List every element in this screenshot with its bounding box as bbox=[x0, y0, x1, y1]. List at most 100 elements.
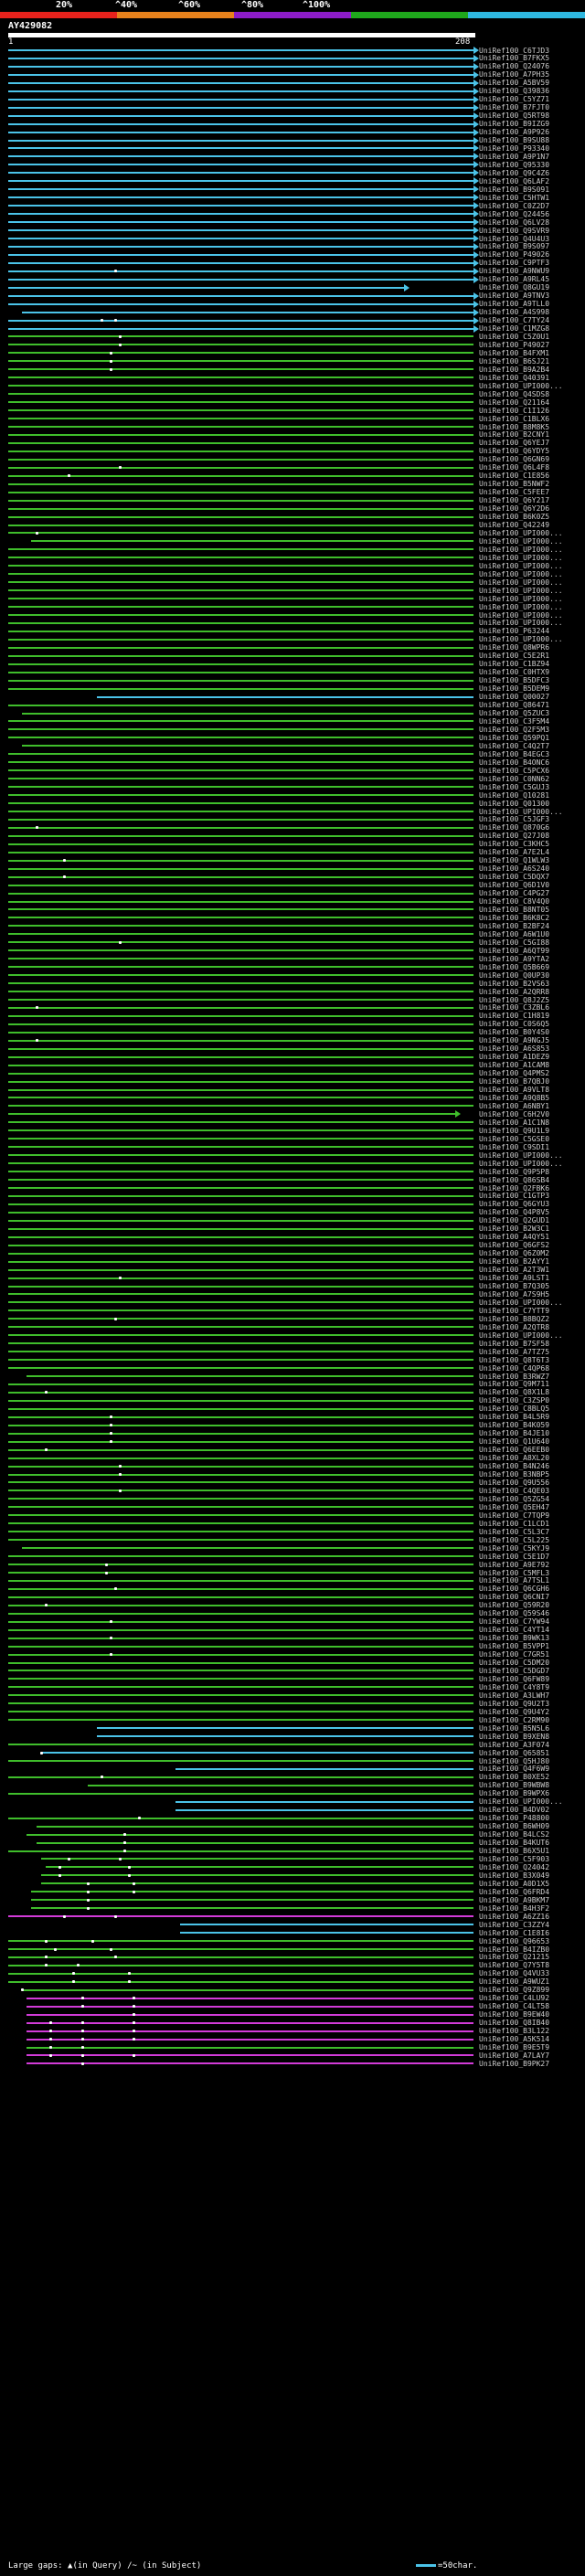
alignment-bar[interactable] bbox=[8, 1326, 473, 1329]
hit-label[interactable]: UniRef100_Q6D1V0 bbox=[479, 881, 549, 889]
hit-label[interactable]: UniRef100_Q6GYU3 bbox=[479, 1200, 549, 1208]
alignment-bar[interactable] bbox=[8, 73, 473, 76]
hit-label[interactable]: UniRef100_C7TQP9 bbox=[479, 1511, 549, 1520]
alignment-bar[interactable] bbox=[27, 2021, 473, 2024]
alignment-bar[interactable] bbox=[8, 761, 473, 764]
hit-label[interactable]: UniRef100_UPI000... bbox=[479, 1331, 563, 1340]
alignment-bar[interactable] bbox=[8, 704, 473, 706]
alignment-bar[interactable] bbox=[8, 737, 473, 739]
hit-label[interactable]: UniRef100_C0Z2D7 bbox=[479, 202, 549, 210]
hit-label[interactable]: UniRef100_Q21215 bbox=[479, 1953, 549, 1961]
alignment-bar[interactable] bbox=[8, 81, 473, 84]
hit-label[interactable]: UniRef100_B7QBJ0 bbox=[479, 1077, 549, 1086]
alignment-bar[interactable] bbox=[96, 1727, 473, 1730]
alignment-bar[interactable] bbox=[8, 548, 473, 551]
alignment-bar[interactable] bbox=[8, 524, 473, 526]
hit-label[interactable]: UniRef100_Q9U2T3 bbox=[479, 1700, 549, 1708]
hit-label[interactable]: UniRef100_Q4VU33 bbox=[479, 1969, 549, 1977]
alignment-bar[interactable] bbox=[8, 188, 473, 191]
alignment-bar[interactable] bbox=[40, 1752, 473, 1754]
hit-label[interactable]: UniRef100_A6S853 bbox=[479, 1044, 549, 1053]
hit-label[interactable]: UniRef100_C3ZSP0 bbox=[479, 1396, 549, 1405]
hit-label[interactable]: UniRef100_B8M8K5 bbox=[479, 423, 549, 431]
alignment-bar[interactable] bbox=[8, 450, 473, 452]
hit-label[interactable]: UniRef100_Q0UP30 bbox=[479, 971, 549, 980]
alignment-bar[interactable] bbox=[8, 1055, 473, 1058]
hit-label[interactable]: UniRef100_C5YZ71 bbox=[479, 95, 549, 103]
hit-label[interactable]: UniRef100_C0HTX9 bbox=[479, 668, 549, 676]
alignment-bar[interactable] bbox=[8, 1023, 473, 1025]
alignment-bar[interactable] bbox=[8, 1531, 473, 1533]
alignment-bar[interactable] bbox=[8, 1702, 473, 1705]
alignment-bar[interactable] bbox=[8, 1285, 473, 1288]
alignment-bar[interactable] bbox=[8, 1171, 473, 1173]
hit-label[interactable]: UniRef100_B6K0Z5 bbox=[479, 513, 549, 521]
hit-label[interactable]: UniRef100_Q4F6W9 bbox=[479, 1765, 549, 1773]
alignment-bar[interactable] bbox=[8, 466, 473, 469]
alignment-bar[interactable] bbox=[8, 344, 473, 346]
alignment-bar[interactable] bbox=[87, 1784, 473, 1786]
hit-label[interactable]: UniRef100_B4ONC6 bbox=[479, 758, 549, 767]
hit-label[interactable]: UniRef100_C0NN62 bbox=[479, 775, 549, 783]
alignment-bar[interactable] bbox=[8, 1260, 473, 1263]
alignment-bar[interactable] bbox=[8, 1719, 473, 1722]
alignment-bar[interactable] bbox=[8, 319, 473, 322]
alignment-bar[interactable] bbox=[27, 2062, 473, 2065]
hit-label[interactable]: UniRef100_Q9C4Z6 bbox=[479, 169, 549, 177]
hit-label[interactable]: UniRef100_Q6YEJ7 bbox=[479, 439, 549, 447]
alignment-bar[interactable] bbox=[27, 2054, 473, 2057]
hit-label[interactable]: UniRef100_C4LT58 bbox=[479, 2002, 549, 2010]
hit-label[interactable]: UniRef100_B2VS63 bbox=[479, 980, 549, 988]
hit-label[interactable]: UniRef100_B9S097 bbox=[479, 242, 549, 250]
alignment-bar[interactable] bbox=[8, 1481, 473, 1484]
hit-label[interactable]: UniRef100_B7FKX5 bbox=[479, 54, 549, 62]
alignment-bar[interactable] bbox=[8, 1506, 473, 1509]
hit-label[interactable]: UniRef100_P93340 bbox=[479, 144, 549, 153]
alignment-bar[interactable] bbox=[31, 540, 473, 543]
hit-label[interactable]: UniRef100_A6ZZ16 bbox=[479, 1913, 549, 1921]
alignment-bar[interactable] bbox=[8, 1268, 473, 1271]
hit-label[interactable]: UniRef100_B4N246 bbox=[479, 1462, 549, 1470]
alignment-bar[interactable] bbox=[8, 1203, 473, 1205]
hit-label[interactable]: UniRef100_Q27J08 bbox=[479, 832, 549, 840]
hit-label[interactable]: UniRef100_A7TSL1 bbox=[479, 1576, 549, 1585]
hit-label[interactable]: UniRef100_Q5B669 bbox=[479, 963, 549, 971]
alignment-bar[interactable] bbox=[8, 270, 473, 272]
alignment-bar[interactable] bbox=[8, 196, 473, 199]
alignment-bar[interactable] bbox=[8, 867, 473, 870]
hit-label[interactable]: UniRef100_B5DEM9 bbox=[479, 684, 549, 693]
alignment-bar[interactable] bbox=[96, 695, 473, 698]
hit-label[interactable]: UniRef100_B9S091 bbox=[479, 186, 549, 194]
hit-label[interactable]: UniRef100_Q6GN69 bbox=[479, 455, 549, 463]
alignment-bar[interactable] bbox=[8, 368, 473, 371]
alignment-bar[interactable] bbox=[8, 1661, 473, 1664]
alignment-bar[interactable] bbox=[8, 966, 473, 969]
alignment-bar[interactable] bbox=[8, 474, 473, 477]
alignment-bar[interactable] bbox=[8, 1489, 473, 1492]
hit-label[interactable]: UniRef100_C1LCD1 bbox=[479, 1520, 549, 1528]
alignment-bar[interactable] bbox=[8, 302, 473, 305]
hit-label[interactable]: UniRef100_Q9U4Y2 bbox=[479, 1708, 549, 1716]
hit-label[interactable]: UniRef100_C1I126 bbox=[479, 407, 549, 415]
alignment-bar[interactable] bbox=[27, 2013, 473, 2016]
hit-label[interactable]: UniRef100_A9NWU9 bbox=[479, 267, 549, 275]
hit-label[interactable]: UniRef100_UPI000... bbox=[479, 1299, 563, 1307]
hit-label[interactable]: UniRef100_Q01300 bbox=[479, 800, 549, 808]
alignment-bar[interactable] bbox=[8, 991, 473, 993]
alignment-bar[interactable] bbox=[8, 1334, 473, 1337]
alignment-bar[interactable] bbox=[8, 360, 473, 363]
hit-label[interactable]: UniRef100_B4FXM1 bbox=[479, 349, 549, 357]
hit-label[interactable]: UniRef100_Q6EEB0 bbox=[479, 1446, 549, 1454]
hit-label[interactable]: UniRef100_B6WH09 bbox=[479, 1822, 549, 1830]
alignment-bar[interactable] bbox=[8, 728, 473, 731]
alignment-bar[interactable] bbox=[36, 1841, 473, 1844]
alignment-bar[interactable] bbox=[8, 122, 473, 125]
hit-label[interactable]: UniRef100_Q4U4U3 bbox=[479, 235, 549, 243]
alignment-bar[interactable] bbox=[8, 1564, 473, 1566]
hit-label[interactable]: UniRef100_Q6FRD4 bbox=[479, 1888, 549, 1896]
alignment-bar[interactable] bbox=[8, 1235, 473, 1238]
alignment-bar[interactable] bbox=[8, 1179, 473, 1182]
hit-label[interactable]: UniRef100_UPI000... bbox=[479, 562, 563, 570]
alignment-bar[interactable] bbox=[8, 376, 473, 379]
hit-label[interactable]: UniRef100_A9Q8B5 bbox=[479, 1094, 549, 1102]
